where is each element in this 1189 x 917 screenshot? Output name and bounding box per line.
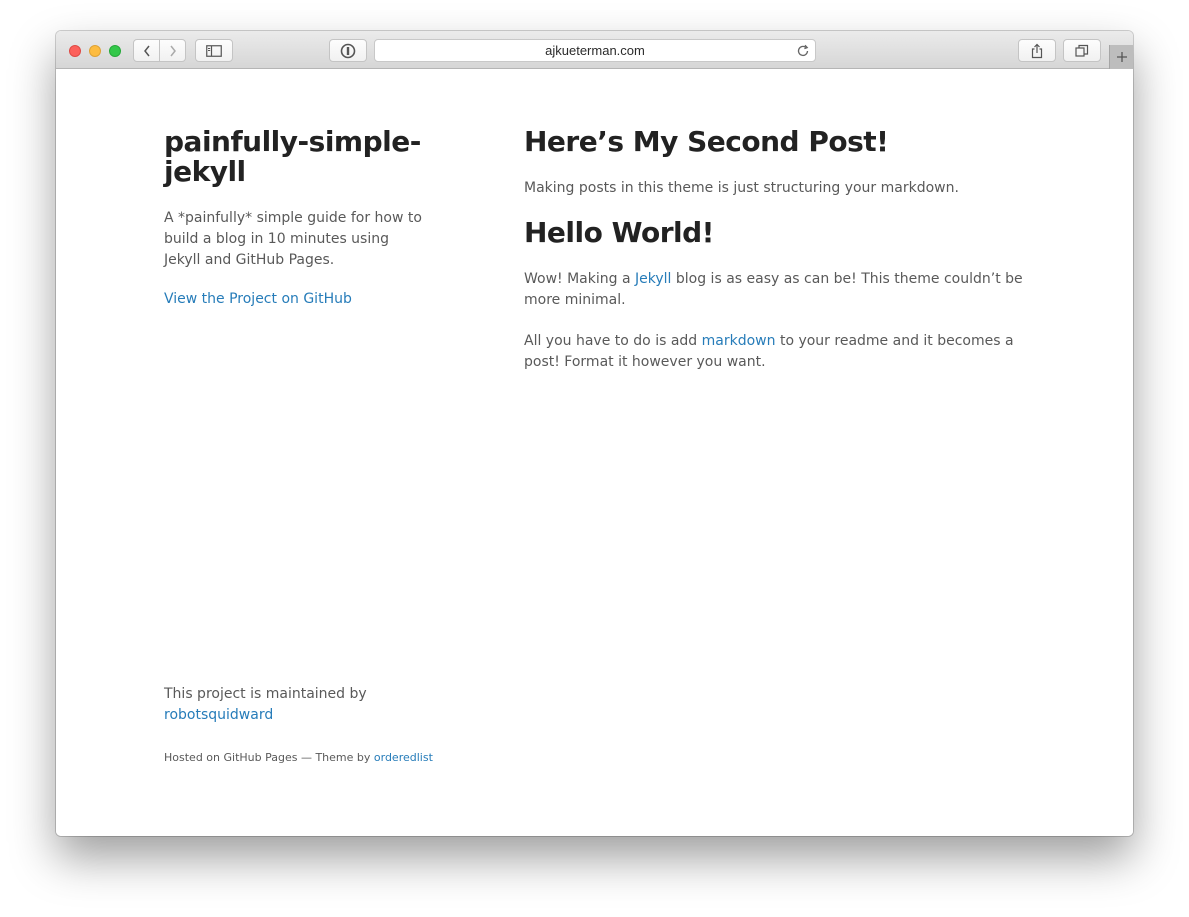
site-title: painfully-simple-jekyll [164, 125, 421, 188]
sidebar-icon [206, 44, 222, 57]
tab-overview-button[interactable] [1063, 39, 1101, 62]
share-icon [1031, 43, 1043, 58]
page-content: painfully-simple-jekyll A *painfully* si… [56, 69, 1133, 836]
privacy-report-button[interactable] [329, 39, 367, 62]
tabs-icon [1075, 44, 1089, 57]
jekyll-link[interactable]: Jekyll [635, 271, 671, 287]
chevron-right-icon [169, 45, 176, 56]
share-button[interactable] [1018, 39, 1056, 62]
post-title: Hello World! [524, 216, 714, 249]
view-project-link[interactable]: View the Project on GitHub [164, 291, 352, 307]
footer-credits: Hosted on GitHub Pages — Theme by ordere… [164, 751, 433, 764]
chevron-left-icon [143, 45, 150, 56]
back-forward-group [133, 39, 186, 62]
post-paragraph: All you have to do is add markdown to yo… [524, 331, 1024, 373]
forward-button[interactable] [159, 40, 185, 61]
maintainer-note: This project is maintained by robotsquid… [164, 684, 424, 726]
theme-author-link[interactable]: orderedlist [374, 751, 433, 764]
maintained-text: This project is maintained by [164, 686, 367, 702]
markdown-link[interactable]: markdown [702, 333, 776, 349]
browser-toolbar: ajkueterman.com [56, 31, 1133, 69]
plus-icon [1116, 52, 1127, 62]
reload-icon [797, 44, 809, 57]
info-icon [340, 43, 356, 58]
browser-window: ajkueterman.com painfully-simple-jekyll … [56, 31, 1133, 836]
paragraph-text: Wow! Making a [524, 271, 631, 287]
post-paragraph: Wow! Making a Jekyll blog is as easy as … [524, 269, 1024, 311]
url-text: ajkueterman.com [545, 43, 645, 58]
address-bar[interactable]: ajkueterman.com [374, 39, 816, 62]
reload-button[interactable] [796, 43, 810, 62]
sidebar-toggle-button[interactable] [195, 39, 233, 62]
minimize-window-button[interactable] [89, 45, 101, 57]
site-description: A *painfully* simple guide for how to bu… [164, 210, 422, 268]
maintainer-link[interactable]: robotsquidward [164, 707, 273, 723]
close-window-button[interactable] [69, 45, 81, 57]
post-title: Here’s My Second Post! [524, 125, 889, 158]
new-tab-button[interactable] [1109, 45, 1133, 69]
hosted-text: Hosted on GitHub Pages — Theme by [164, 751, 371, 764]
post-paragraph: Making posts in this theme is just struc… [524, 180, 959, 196]
zoom-window-button[interactable] [109, 45, 121, 57]
paragraph-text: All you have to do is add [524, 333, 698, 349]
back-button[interactable] [134, 40, 159, 61]
